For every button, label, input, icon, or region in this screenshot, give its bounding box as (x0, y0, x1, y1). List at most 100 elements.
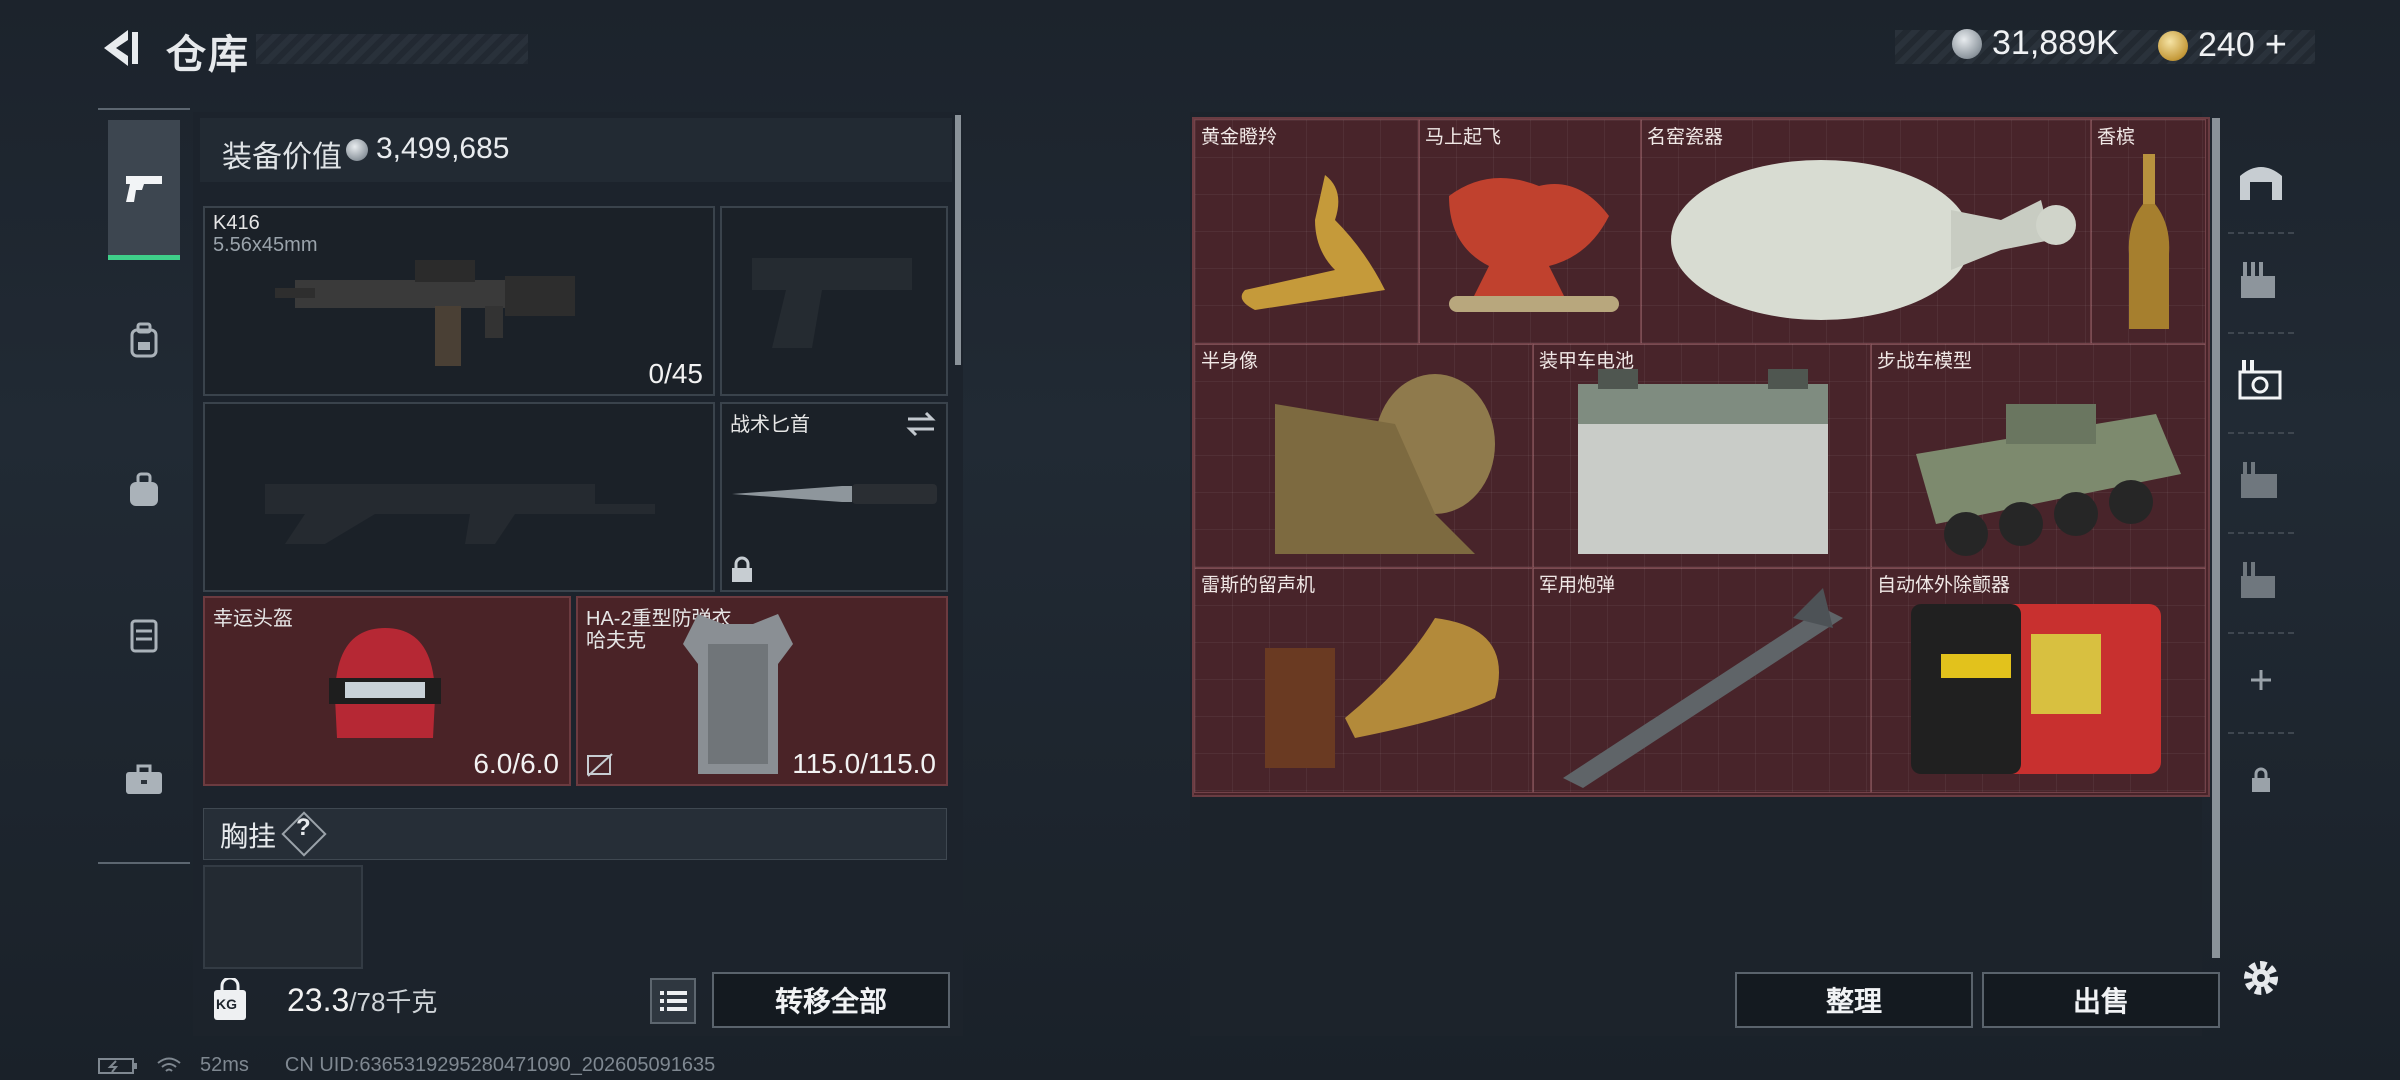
uid: CN UID:6365319295280471090_202605091635 (284, 1054, 716, 1076)
swap-icon[interactable] (904, 410, 938, 438)
status-bar: 52ms CN UID:6365319295280471090_20260509… (98, 1054, 715, 1077)
helmet-durability: 6.0/6.0 (473, 748, 559, 779)
equipment-value: 3,499,685 (376, 132, 510, 165)
lock-icon (732, 556, 752, 582)
weight-icon-text: KG (216, 996, 237, 1012)
secondary-weapon-slot[interactable] (203, 402, 715, 592)
settings-button[interactable] (2228, 946, 2294, 1010)
item-label: 步战车模型 (1877, 351, 1973, 372)
chest-rig-label: 胸挂 (220, 821, 277, 852)
knife-icon (732, 484, 937, 504)
no-repair-icon (587, 753, 613, 777)
helmet-icon (329, 628, 441, 738)
item-bust[interactable]: 半身像 (1194, 343, 1534, 569)
sidearm-slot[interactable] (720, 206, 948, 396)
item-champagne[interactable]: 香槟 (2090, 119, 2206, 345)
stash-grid: 黄金瞪羚 马上起飞 名窑瓷器 香槟 半身像 装甲车电池 步战车模型 雷斯的留声机… (1192, 117, 2210, 797)
item-porcelain[interactable]: 名窑瓷器 (1640, 119, 2092, 345)
gold-currency[interactable]: 240 + (2158, 24, 2287, 67)
item-aed[interactable]: 自动体外除颤器 (1870, 567, 2206, 793)
bag-icon (130, 472, 158, 506)
rifle-icon (275, 260, 575, 366)
lock-icon (2252, 767, 2270, 792)
briefcase-icon (126, 764, 162, 794)
gazelle-statue-icon (1241, 150, 1385, 310)
champagne-bottle-icon (2128, 154, 2170, 329)
value-coin-icon (346, 139, 368, 166)
stash-tab-4[interactable] (2228, 448, 2294, 512)
item-gramophone[interactable]: 雷斯的留声机 (1194, 567, 1534, 793)
collection-icon (2238, 360, 2282, 400)
help-mark: ? (296, 814, 311, 841)
list-view-button[interactable] (650, 978, 696, 1024)
category-rail (98, 108, 190, 864)
item-label: 马上起飞 (1425, 127, 1502, 148)
back-arrow-icon[interactable] (98, 26, 142, 70)
gold-coin-icon (2158, 30, 2188, 61)
item-armored-battery[interactable]: 装甲车电池 (1532, 343, 1872, 569)
defibrillator-icon (1911, 604, 2161, 774)
item-ifv-model[interactable]: 步战车模型 (1870, 343, 2206, 569)
equipment-value-label: 装备价值 (222, 141, 342, 174)
item-military-shell[interactable]: 军用炮弹 (1532, 567, 1872, 793)
plus-icon (2251, 670, 2271, 690)
pistol-icon (126, 175, 162, 202)
storage-rack-icon (2241, 262, 2275, 298)
horse-statue-icon (1449, 178, 1619, 312)
rail-helmet-tab[interactable] (108, 270, 180, 410)
carry-weight-current: 23.3 (287, 982, 350, 1018)
item-gold-gazelle[interactable]: 黄金瞪羚 (1194, 119, 1420, 345)
gramophone-icon (1265, 618, 1499, 768)
battery-icon (1578, 369, 1828, 554)
item-label: 香槟 (2097, 127, 2136, 148)
armor-slot[interactable]: HA-2重型防弹衣 哈夫克 115.0/115.0 (576, 596, 948, 786)
silver-amount: 31,889K (1992, 24, 2119, 62)
gold-plus-button[interactable]: + (2265, 24, 2287, 67)
gold-amount: 240 (2198, 26, 2255, 64)
storage-crate-icon (2241, 562, 2275, 598)
sell-button[interactable]: 出售 (1982, 972, 2220, 1028)
equipment-scrollbar[interactable] (955, 115, 961, 365)
armor-durability: 115.0/115.0 (792, 748, 936, 779)
item-label: 雷斯的留声机 (1201, 575, 1316, 596)
stash-tab-5[interactable] (2228, 548, 2294, 612)
chest-rig-slot[interactable] (203, 865, 363, 969)
sort-button[interactable]: 整理 (1735, 972, 1973, 1028)
stash-tab-main[interactable] (2228, 148, 2294, 212)
stash-tab-3-active[interactable] (2228, 348, 2294, 412)
body-armor-icon (683, 614, 793, 774)
battery-charging-icon (98, 1057, 137, 1074)
item-horse-statue[interactable]: 马上起飞 (1418, 119, 1642, 345)
silver-coin-icon (1952, 28, 1982, 59)
helmet-name: 幸运头盔 (213, 608, 293, 630)
ifv-model-icon (1916, 404, 2181, 556)
weapon-name: K416 (213, 212, 260, 234)
transfer-all-button[interactable]: 转移全部 (712, 972, 950, 1028)
rail-case-tab[interactable] (108, 710, 180, 850)
stash-tabs-rail (2220, 112, 2302, 1036)
primary-weapon-slot[interactable]: K416 5.56x45mm 0/45 (203, 206, 715, 396)
helmet-slot[interactable]: 幸运头盔 6.0/6.0 (203, 596, 571, 786)
add-stash-button[interactable] (2228, 648, 2294, 712)
carry-weight: 23.3/78千克 (287, 982, 437, 1019)
rail-vest-tab[interactable] (108, 565, 180, 705)
stash-scrollbar[interactable] (2212, 118, 2220, 958)
rail-weapons-tab[interactable] (108, 120, 180, 260)
armor-maker: 哈夫克 (586, 630, 646, 652)
pistol-silhouette-icon (752, 258, 912, 348)
title-stripe (256, 34, 528, 64)
porcelain-vase-icon (1671, 160, 2076, 320)
silver-currency[interactable]: 31,889K (1952, 24, 2119, 63)
locked-stash[interactable] (2228, 748, 2294, 812)
item-label: 黄金瞪羚 (1201, 127, 1278, 148)
backpack-icon (130, 322, 158, 358)
page-title: 仓库 (166, 33, 250, 77)
gear-icon (2244, 961, 2278, 995)
missile-icon (1563, 588, 1843, 788)
wifi-icon (157, 1057, 181, 1072)
rail-bag-tab[interactable] (108, 420, 180, 560)
stash-tab-2[interactable] (2228, 248, 2294, 312)
rifle-silhouette-icon (265, 484, 655, 544)
carry-weight-max: /78千克 (349, 987, 438, 1017)
melee-slot[interactable]: 战术匕首 (720, 402, 948, 592)
